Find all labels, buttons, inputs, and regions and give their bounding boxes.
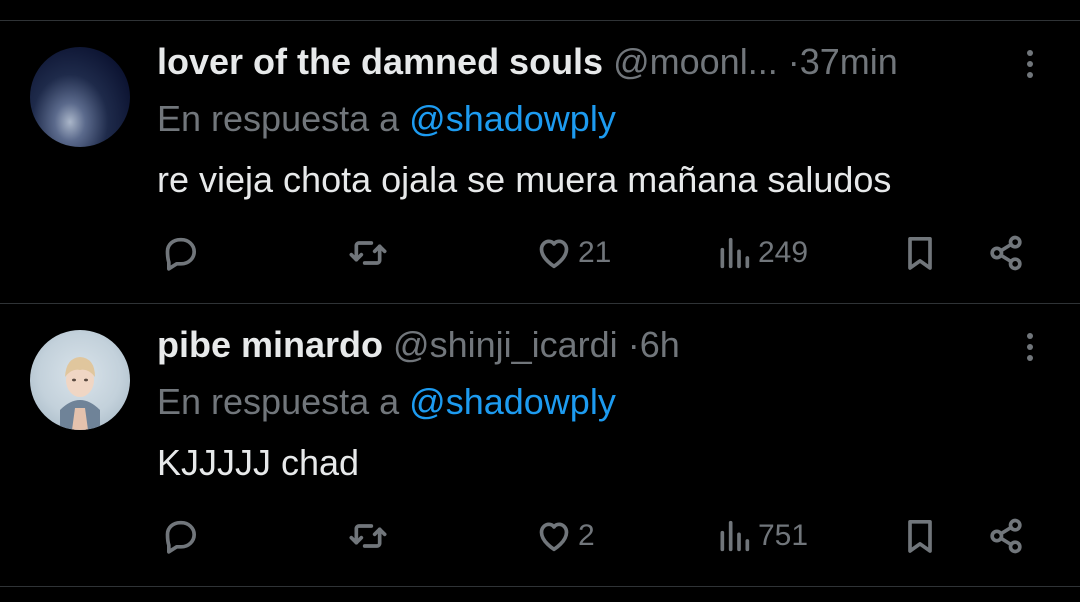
action-bar: 2 751: [0, 516, 1080, 560]
views-icon: [720, 520, 750, 552]
reply-icon: [165, 520, 197, 554]
share-button[interactable]: [986, 233, 1026, 273]
reply-mention[interactable]: @shadowply: [409, 98, 616, 139]
user-handle[interactable]: @moonl...: [613, 41, 778, 82]
views-button[interactable]: 249: [714, 233, 808, 273]
share-icon: [990, 518, 1022, 554]
view-count: 751: [758, 519, 809, 552]
avatar-image: [60, 357, 100, 430]
bookmark-button[interactable]: [900, 233, 940, 273]
avatar[interactable]: [30, 47, 130, 147]
tweet-header: lover of the damned souls @moonl... ·37m…: [157, 41, 898, 83]
retweet-icon: [349, 524, 387, 548]
tweet-header: pibe minardo @shinji_icardi ·6h: [157, 324, 680, 366]
bookmark-button[interactable]: [900, 516, 940, 556]
reply-button[interactable]: [160, 233, 200, 273]
bookmark-icon: [908, 237, 932, 270]
view-count: 249: [758, 236, 809, 269]
tweet[interactable]: pibe minardo @shinji_icardi ·6h En respu…: [0, 304, 1080, 586]
action-bar: 21 249: [0, 233, 1080, 277]
retweet-icon: [349, 241, 387, 265]
reply-prefix: En respuesta a: [157, 381, 400, 422]
timestamp[interactable]: 37min: [800, 41, 898, 82]
like-count: 21: [578, 236, 612, 269]
tweet[interactable]: lover of the damned souls @moonl... ·37m…: [0, 21, 1080, 303]
display-name[interactable]: lover of the damned souls: [157, 41, 603, 82]
more-icon[interactable]: [1018, 328, 1042, 368]
like-icon: [539, 522, 569, 552]
retweet-button[interactable]: [348, 516, 388, 556]
bottom-divider: [0, 586, 1080, 587]
reply-button[interactable]: [160, 516, 200, 556]
reply-mention[interactable]: @shadowply: [409, 381, 616, 422]
avatar[interactable]: [30, 330, 130, 430]
user-handle[interactable]: @shinji_icardi: [393, 324, 618, 365]
separator-dot: ·: [787, 41, 800, 82]
share-button[interactable]: [986, 516, 1026, 556]
tweet-text: re vieja chota ojala se muera mañana sal…: [157, 159, 892, 200]
separator-dot: ·: [627, 324, 640, 365]
bookmark-icon: [908, 520, 932, 553]
share-icon: [990, 235, 1022, 271]
like-button[interactable]: 2: [534, 516, 595, 556]
reply-prefix: En respuesta a: [157, 98, 400, 139]
retweet-button[interactable]: [348, 233, 388, 273]
like-count: 2: [578, 519, 595, 552]
reply-icon: [165, 237, 197, 271]
views-button[interactable]: 751: [714, 516, 808, 556]
reply-context: En respuesta a @shadowply: [157, 381, 616, 423]
display-name[interactable]: pibe minardo: [157, 324, 383, 365]
like-button[interactable]: 21: [534, 233, 611, 273]
views-icon: [720, 237, 750, 269]
like-icon: [539, 239, 569, 269]
timestamp[interactable]: 6h: [640, 324, 680, 365]
more-icon[interactable]: [1018, 45, 1042, 85]
tweet-text: KJJJJJ chad: [157, 442, 360, 483]
reply-context: En respuesta a @shadowply: [157, 98, 616, 140]
